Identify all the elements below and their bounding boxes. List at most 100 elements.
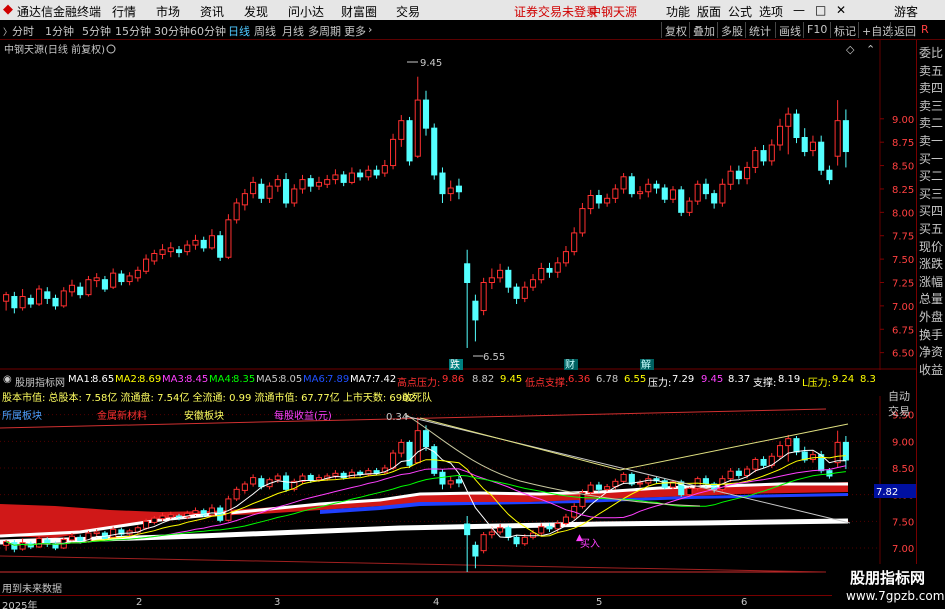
app-name: 通达信金融终端 xyxy=(17,5,102,19)
btn-fanhui[interactable]: 返回 xyxy=(890,22,919,38)
candle[interactable] xyxy=(480,277,487,316)
x-axis: 2025年 2 3 4 5 6 xyxy=(0,595,832,609)
period-fenshi[interactable]: 分时 xyxy=(12,23,34,39)
menu-zixun[interactable]: 资讯 xyxy=(200,3,224,20)
btn-biaoji[interactable]: 标记 xyxy=(830,22,859,38)
sidebar-item[interactable]: 卖一 xyxy=(919,132,943,149)
sidebar-item[interactable]: 买二 xyxy=(919,167,943,184)
period-more[interactable]: 更多 xyxy=(344,23,366,39)
candle[interactable] xyxy=(217,231,224,261)
sidebar-item[interactable]: 卖四 xyxy=(919,79,943,96)
menu-gongshi[interactable]: 公式 xyxy=(728,3,752,20)
menu-banmian[interactable]: 版面 xyxy=(697,3,721,20)
indicator-settings-icon[interactable]: ◉ xyxy=(3,374,12,385)
sector-label-3[interactable]: 每股收益(元) xyxy=(274,407,332,422)
indicator-candle xyxy=(579,489,586,509)
diamond-icon[interactable]: ◇ xyxy=(846,43,855,56)
ma6-label: MA6: xyxy=(303,374,329,385)
high-price-label: 9.45 xyxy=(420,58,442,69)
btn-tongji[interactable]: 统计 xyxy=(745,22,774,38)
menu-shichang[interactable]: 市场 xyxy=(156,3,180,20)
event-cai[interactable]: 财 xyxy=(565,358,575,370)
menu-xuanxiang[interactable]: 选项 xyxy=(759,3,783,20)
sidebar-item[interactable]: 涨幅 xyxy=(919,273,943,290)
btn-diejia[interactable]: 叠加 xyxy=(689,22,718,38)
expand-icon[interactable]: 〉 xyxy=(3,25,12,38)
sidebar-item[interactable]: 卖五 xyxy=(919,62,943,79)
minimize-icon[interactable]: — xyxy=(793,3,805,17)
period-daily[interactable]: 日线 xyxy=(228,23,250,39)
btn-fuquan[interactable]: 复权 xyxy=(661,22,690,38)
sector-label-2[interactable]: 安徽板块 xyxy=(184,407,224,422)
period-multi[interactable]: 多周期 xyxy=(308,23,341,39)
support-label: 支撑: xyxy=(753,378,777,389)
sector-label-1[interactable]: 金属新材料 xyxy=(97,407,147,422)
candle[interactable] xyxy=(225,214,232,260)
sidebar-item[interactable]: 委比 xyxy=(919,44,943,61)
chart-title: 中钢天源(日线 前复权) xyxy=(4,43,105,56)
sidebar-item[interactable]: 涨跌 xyxy=(919,255,943,272)
btn-huaxian[interactable]: 画线 xyxy=(775,22,804,38)
indicator-candle xyxy=(225,495,232,522)
sidebar-item[interactable]: 买三 xyxy=(919,185,943,202)
period-1min[interactable]: 1分钟 xyxy=(45,23,74,39)
guest-label[interactable]: 游客 xyxy=(894,3,918,20)
candle[interactable] xyxy=(406,116,413,166)
period-5min[interactable]: 5分钟 xyxy=(82,23,111,39)
sidebar-item[interactable]: 总量 xyxy=(919,290,943,307)
trade-label[interactable]: 交易 xyxy=(888,403,910,419)
sidebar-item[interactable]: 净资 xyxy=(919,343,943,360)
sidebar-item[interactable]: 卖二 xyxy=(919,114,943,131)
close-icon[interactable]: ✕ xyxy=(836,3,846,17)
btn-f10[interactable]: F10 xyxy=(803,22,830,38)
candle[interactable] xyxy=(390,133,397,170)
low-support-value1: 6.36 xyxy=(568,374,591,385)
buy-signal-label: 买入 xyxy=(580,538,600,550)
menu-faxian[interactable]: 发现 xyxy=(244,3,268,20)
l-pressure-value1: 9.24 xyxy=(832,374,855,385)
candle[interactable] xyxy=(628,173,635,198)
stock-name-title: 中钢天源 xyxy=(589,5,638,19)
menu-caifuquan[interactable]: 财富圈 xyxy=(341,3,377,20)
indicator-candle xyxy=(85,530,92,543)
sidebar-item[interactable]: 卖三 xyxy=(919,97,943,114)
maximize-icon[interactable]: □ xyxy=(815,3,826,17)
indicator-name[interactable]: 股朋指标网 xyxy=(15,374,65,389)
auto-label[interactable]: 自动 xyxy=(888,388,910,404)
indicator-chart[interactable]: 0.34 买入 ▲ 用到未来数据 9.509.008.508.007.507.0… xyxy=(0,396,916,574)
collapse-up-icon[interactable]: ⌃ xyxy=(866,43,875,56)
btn-duogu[interactable]: 多股 xyxy=(717,22,746,38)
login-status[interactable]: 证券交易未登录 xyxy=(514,3,598,20)
sidebar-item[interactable]: 买一 xyxy=(919,150,943,167)
menu-jiaoyi[interactable]: 交易 xyxy=(396,3,420,20)
sidebar-item[interactable]: 现价 xyxy=(919,238,943,255)
candle[interactable] xyxy=(431,123,438,180)
candle[interactable] xyxy=(694,180,701,205)
ma7-label: MA7: xyxy=(350,374,376,385)
event-die[interactable]: 跌 xyxy=(450,358,460,370)
sidebar-item[interactable]: 换手 xyxy=(919,326,943,343)
period-monthly[interactable]: 月线 xyxy=(282,23,304,39)
kline-chart[interactable]: 9.00 8.75 8.50 8.25 8.00 7.75 7.50 7.25 7.00 6.75… xyxy=(0,40,916,370)
sector-label-0[interactable]: 所属板块 xyxy=(2,407,42,422)
indicator-candle xyxy=(628,472,635,487)
menu-gongneng[interactable]: 功能 xyxy=(666,3,690,20)
period-15min[interactable]: 15分钟 xyxy=(115,23,151,39)
menu-hangqing[interactable]: 行情 xyxy=(112,3,136,20)
low-support-value2: 6.78 xyxy=(596,374,619,385)
sidebar-item[interactable]: 买五 xyxy=(919,220,943,237)
ma5-value: 8.05 xyxy=(280,374,303,385)
candle[interactable] xyxy=(678,186,685,217)
y-tick-label: 7.50 xyxy=(892,255,914,266)
period-weekly[interactable]: 周线 xyxy=(254,23,276,39)
pressure-value1: 7.29 xyxy=(672,374,695,385)
menu-wenxiaoda[interactable]: 问小达 xyxy=(288,3,324,20)
event-jie[interactable]: 解 xyxy=(641,358,651,370)
more-chevron-icon[interactable]: › xyxy=(368,23,372,36)
sidebar-item[interactable]: 收益 xyxy=(919,361,943,378)
period-30min[interactable]: 30分钟 xyxy=(154,23,190,39)
x-label-2: 3 xyxy=(274,597,281,608)
sidebar-item[interactable]: 外盘 xyxy=(919,308,943,325)
period-60min[interactable]: 60分钟 xyxy=(190,23,226,39)
sidebar-item[interactable]: 买四 xyxy=(919,202,943,219)
